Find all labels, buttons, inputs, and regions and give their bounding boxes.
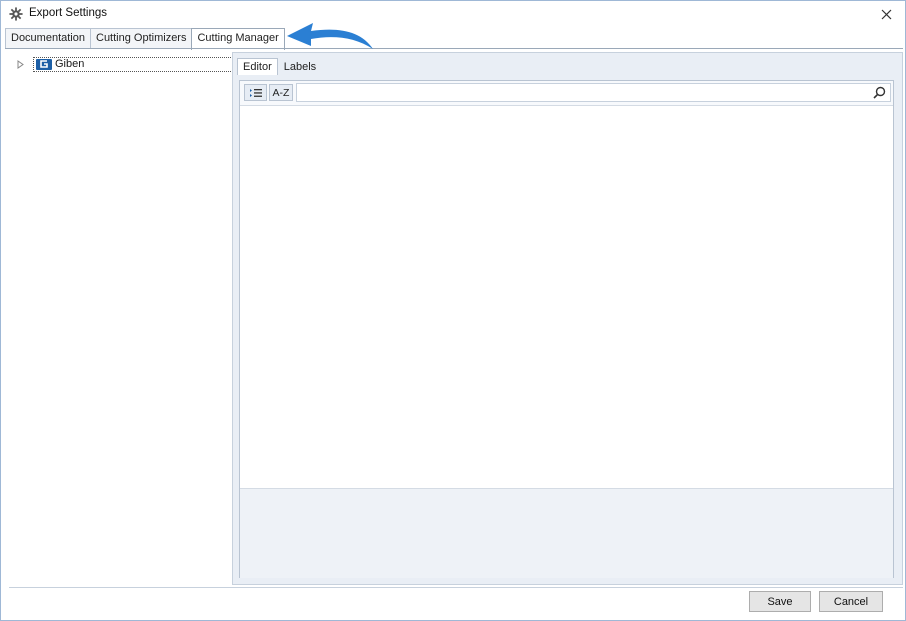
search-icon[interactable] xyxy=(873,86,886,99)
footer-divider xyxy=(9,587,903,588)
tabs-divider xyxy=(5,48,903,49)
categorized-button[interactable] xyxy=(244,84,267,101)
tree-panel: Giben xyxy=(9,52,237,585)
cancel-button[interactable]: Cancel xyxy=(819,591,883,612)
property-grid-toolbar: A-Z xyxy=(240,81,893,106)
export-settings-window: Export Settings Documentation Cutting Op… xyxy=(0,0,906,621)
expand-arrow-icon[interactable] xyxy=(15,59,25,69)
tree-item-giben[interactable]: Giben xyxy=(15,56,237,72)
categorized-list-icon xyxy=(249,88,262,97)
pointer-arrow-icon xyxy=(287,23,373,49)
window-title: Export Settings xyxy=(29,7,107,19)
editor-tabs: Editor Labels xyxy=(237,58,322,76)
property-grid: A-Z xyxy=(239,80,894,578)
tab-editor[interactable]: Editor xyxy=(237,58,278,75)
tab-cutting-optimizers[interactable]: Cutting Optimizers xyxy=(90,28,193,49)
properties-panel: Editor Labels A-Z xyxy=(232,52,903,585)
tree-node-giben[interactable]: Giben xyxy=(33,56,237,72)
title-bar: Export Settings xyxy=(1,1,905,27)
close-button[interactable] xyxy=(877,5,895,23)
search-input[interactable] xyxy=(296,83,891,102)
tab-labels[interactable]: Labels xyxy=(278,58,322,75)
sort-alphabetical-button[interactable]: A-Z xyxy=(269,84,293,101)
gear-icon xyxy=(9,7,23,21)
description-pane xyxy=(240,488,893,578)
main-tabs: Documentation Cutting Optimizers Cutting… xyxy=(5,28,285,50)
close-icon xyxy=(881,9,891,19)
tree-item-label: Giben xyxy=(55,58,85,70)
giben-logo-icon xyxy=(36,58,52,70)
save-button[interactable]: Save xyxy=(749,591,811,612)
tab-cutting-manager[interactable]: Cutting Manager xyxy=(191,28,285,50)
tab-documentation[interactable]: Documentation xyxy=(5,28,91,49)
